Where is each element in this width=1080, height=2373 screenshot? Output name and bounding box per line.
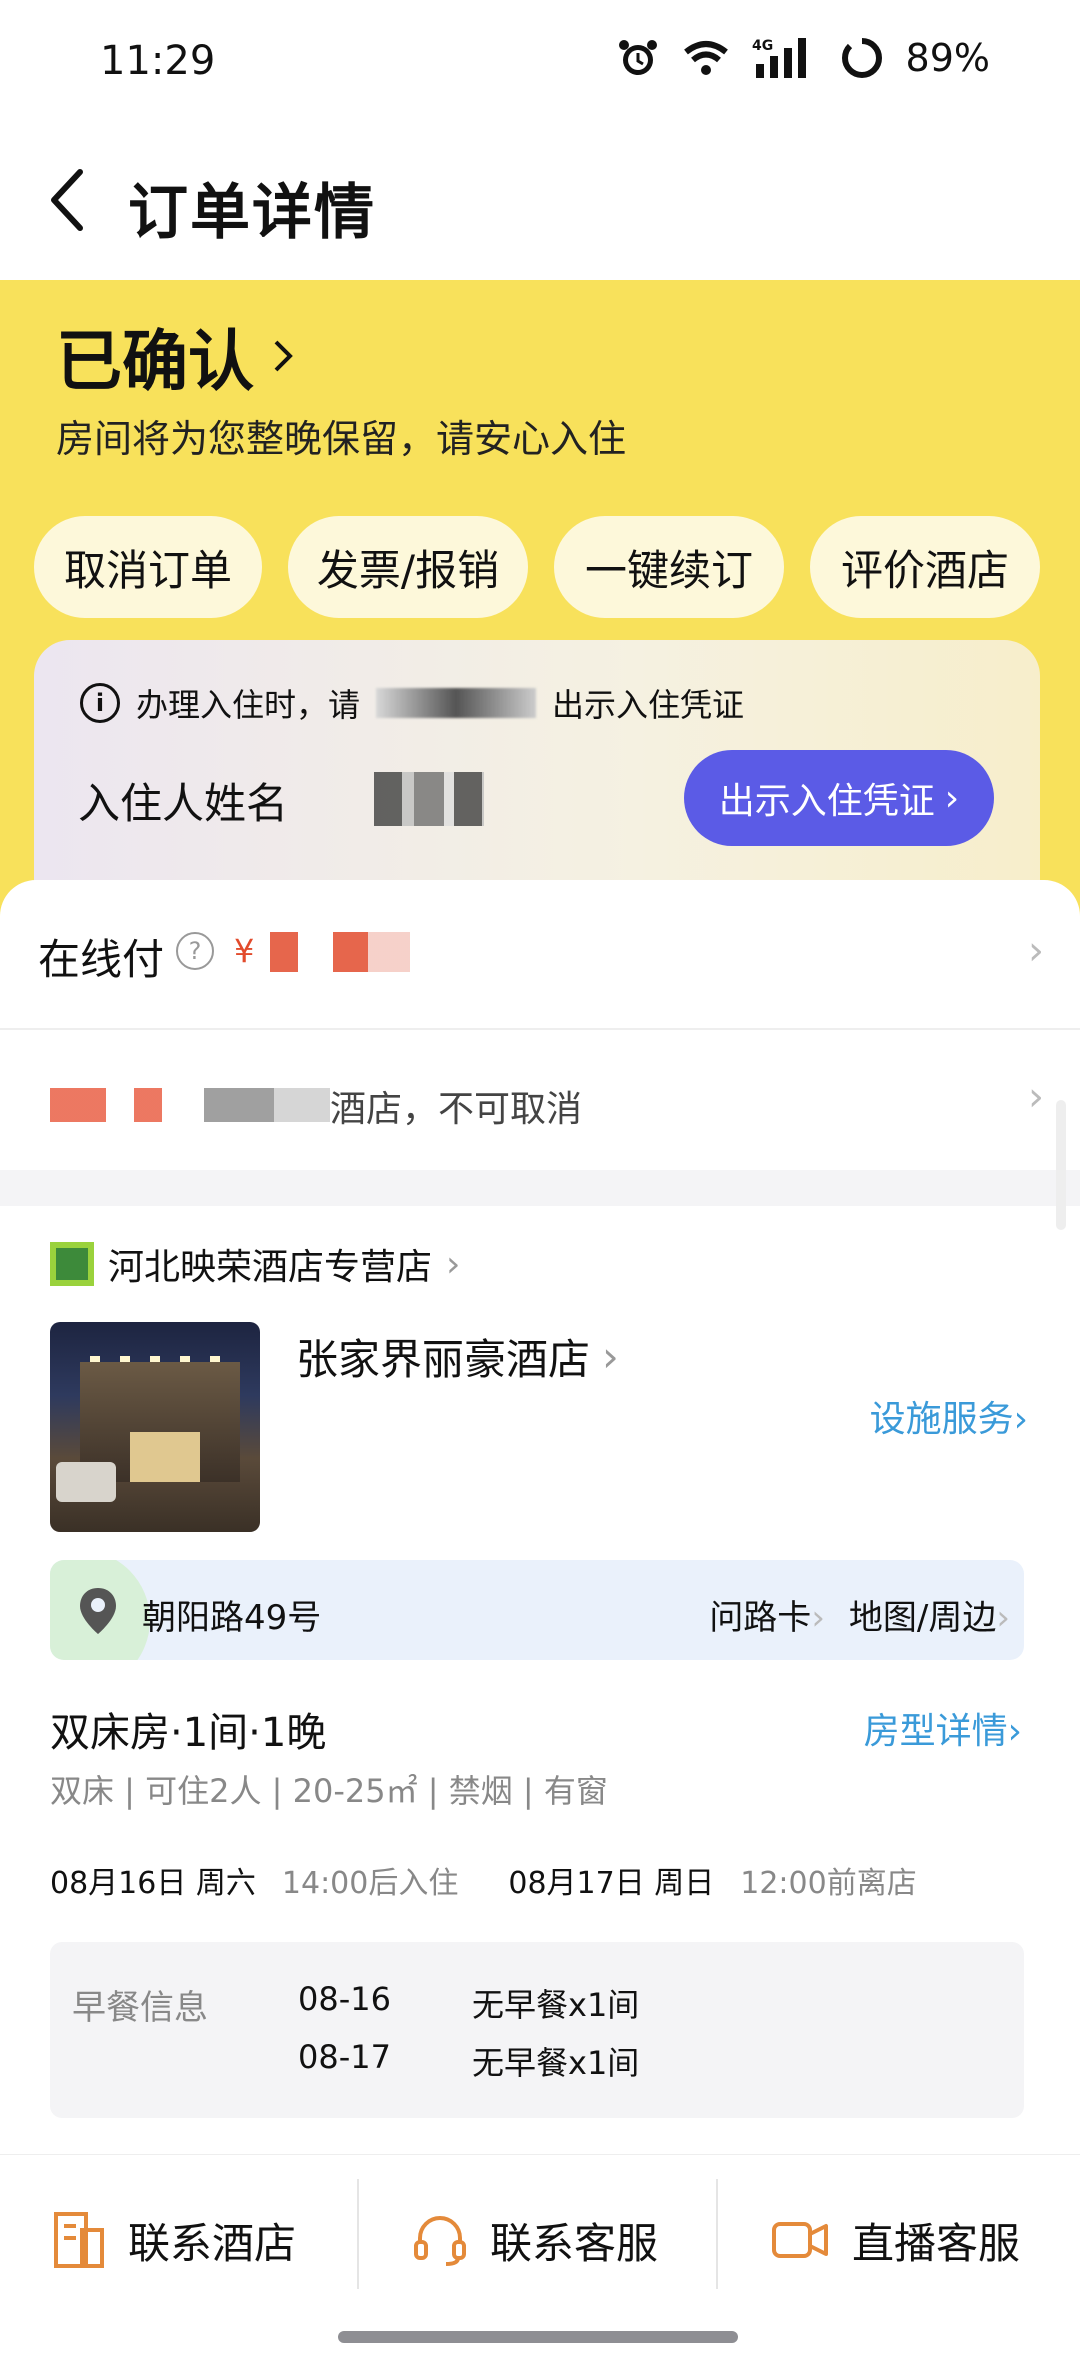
status-bar: 11:29 4G 89%: [0, 0, 1080, 120]
order-detail-card: 在线付 ? ¥ › 酒店，不可取消 › 河北映荣酒店专营店 › 张家界丽豪酒店 …: [0, 880, 1080, 2170]
live-service-button[interactable]: 直播客服: [770, 2195, 1020, 2285]
show-voucher-button[interactable]: 出示入住凭证 ›: [684, 750, 994, 846]
renew-order-button[interactable]: 一键续订: [554, 516, 784, 618]
map-nearby-link[interactable]: 地图/周边›: [849, 1590, 1010, 1639]
payment-row[interactable]: 在线付 ? ¥ ›: [0, 880, 1080, 1030]
address-bar[interactable]: 朝阳路49号 问路卡› 地图/周边›: [50, 1560, 1024, 1660]
voucher-note-start: 办理入住时，请: [136, 686, 361, 724]
cancel-order-button[interactable]: 取消订单: [34, 516, 262, 618]
chevron-right-icon: ›: [811, 1598, 825, 1638]
home-indicator[interactable]: [338, 2331, 738, 2343]
payment-label: 在线付: [38, 935, 165, 984]
redacted-text: [376, 688, 537, 718]
chevron-right-icon: ›: [446, 1243, 461, 1285]
shop-logo: [50, 1242, 94, 1286]
shop-link[interactable]: 河北映荣酒店专营店 ›: [50, 1238, 460, 1290]
order-status-section: 已确认 房间将为您整晚保留，请安心入住 取消订单 发票/报销 一键续订 评价酒店…: [0, 280, 1080, 940]
scrollbar[interactable]: [1056, 1100, 1066, 1230]
order-status-subtitle: 房间将为您整晚保留，请安心入住: [56, 417, 627, 461]
battery-percent: 89%: [905, 36, 990, 80]
status-icons: 4G 89%: [616, 36, 990, 80]
review-hotel-button[interactable]: 评价酒店: [810, 516, 1040, 618]
room-spec: 双床 | 可住2人 | 20-25㎡ | 禁烟 | 有窗: [50, 1772, 608, 1810]
voucher-note-end: 出示入住凭证: [552, 686, 745, 724]
voucher-note: i 办理入住时，请 出示入住凭证: [80, 680, 744, 726]
redacted-amount: [270, 932, 410, 972]
contact-hotel-label: 联系酒店: [128, 2218, 297, 2268]
redacted-policy: [50, 1088, 330, 1122]
headset-icon: [414, 2216, 466, 2266]
contact-service-label: 联系客服: [490, 2218, 659, 2268]
help-icon[interactable]: ?: [176, 932, 214, 970]
chevron-right-icon: ›: [1028, 1074, 1044, 1120]
breakfast-value: 无早餐x1间: [472, 1986, 640, 2024]
nav-bar: 订单详情: [0, 120, 1080, 280]
contact-hotel-button[interactable]: 联系酒店: [52, 2195, 296, 2285]
cellular-signal-icon: 4G: [752, 36, 818, 80]
chevron-right-icon: ›: [996, 1598, 1010, 1638]
shop-name: 河北映荣酒店专营店: [108, 1247, 433, 1288]
room-title: 双床房·1间·1晚: [50, 1710, 327, 1756]
chevron-right-icon: ›: [944, 777, 960, 819]
room-detail-link[interactable]: 房型详情›: [864, 1702, 1022, 1754]
chevron-right-icon: ›: [602, 1332, 619, 1381]
invoice-button[interactable]: 发票/报销: [288, 516, 528, 618]
currency-symbol: ¥: [234, 932, 255, 970]
breakfast-value: 无早餐x1间: [472, 2044, 640, 2082]
breakfast-date: 08-16: [298, 1980, 391, 2018]
order-actions: 取消订单 发票/报销 一键续订 评价酒店: [34, 516, 1040, 618]
address-links: 问路卡› 地图/周边›: [709, 1590, 1010, 1639]
back-button[interactable]: [36, 160, 96, 240]
svg-text:4G: 4G: [752, 38, 773, 54]
hotel-address: 朝阳路49号: [142, 1598, 322, 1638]
checkout-date: 08月17日 周日: [508, 1866, 715, 1901]
route-card-label: 问路卡: [709, 1598, 812, 1638]
chevron-right-icon: ›: [1013, 1399, 1028, 1440]
contact-service-button[interactable]: 联系客服: [412, 2195, 658, 2285]
bottom-action-bar: 联系酒店 联系客服 直播客服: [0, 2154, 1080, 2373]
order-status-label: 已确认: [56, 323, 254, 400]
breakfast-date: 08-17: [298, 2038, 391, 2076]
chevron-right-icon: [274, 340, 293, 372]
chevron-right-icon: ›: [1007, 1711, 1022, 1752]
hotel-name-link[interactable]: 张家界丽豪酒店 ›: [296, 1326, 619, 1387]
breakfast-label: 早餐信息: [72, 1988, 208, 2028]
checkin-time: 14:00后入住: [281, 1866, 459, 1901]
divider: [716, 2179, 718, 2289]
order-status[interactable]: 已确认: [56, 308, 294, 404]
divider: [357, 2179, 359, 2289]
breakfast-info: 早餐信息 08-16 无早餐x1间 08-17 无早餐x1间: [50, 1942, 1024, 2118]
show-voucher-label: 出示入住凭证: [718, 781, 935, 822]
chevron-right-icon: ›: [1028, 928, 1044, 974]
facility-service-link[interactable]: 设施服务›: [870, 1390, 1028, 1442]
page-title: 订单详情: [128, 178, 376, 248]
video-camera-icon: [772, 2222, 828, 2258]
checkin-date: 08月16日 周六: [50, 1866, 256, 1901]
battery-icon: [840, 36, 884, 80]
alarm-icon: [616, 36, 660, 80]
chevron-left-icon: [51, 169, 83, 231]
room-detail-label: 房型详情: [863, 1711, 1008, 1752]
route-card-link[interactable]: 问路卡›: [709, 1590, 825, 1639]
info-icon: i: [80, 683, 120, 723]
checkout-time: 12:00前离店: [740, 1866, 917, 1901]
status-time: 11:29: [100, 38, 216, 84]
guest-name-label: 入住人姓名: [78, 779, 289, 828]
hotel-photo[interactable]: [50, 1322, 260, 1532]
building-phone-icon: [54, 2212, 104, 2268]
cancel-policy-row[interactable]: 酒店，不可取消 ›: [0, 1030, 1080, 1170]
cancel-policy-text: 酒店，不可取消: [330, 1089, 583, 1130]
map-nearby-label: 地图/周边: [848, 1598, 997, 1638]
location-pin-icon: [80, 1588, 116, 1634]
section-divider: [0, 1170, 1080, 1206]
wifi-icon: [682, 38, 730, 78]
live-service-label: 直播客服: [852, 2218, 1021, 2268]
hotel-name: 张家界丽豪酒店: [296, 1335, 591, 1384]
stay-dates: 08月16日 周六 14:00后入住 08月17日 周日 12:00前离店: [50, 1858, 917, 1902]
facility-service-label: 设施服务: [869, 1399, 1014, 1440]
breakfast-list: 08-16 无早餐x1间 08-17 无早餐x1间: [298, 1980, 639, 2084]
redacted-guest-name: [374, 772, 484, 826]
